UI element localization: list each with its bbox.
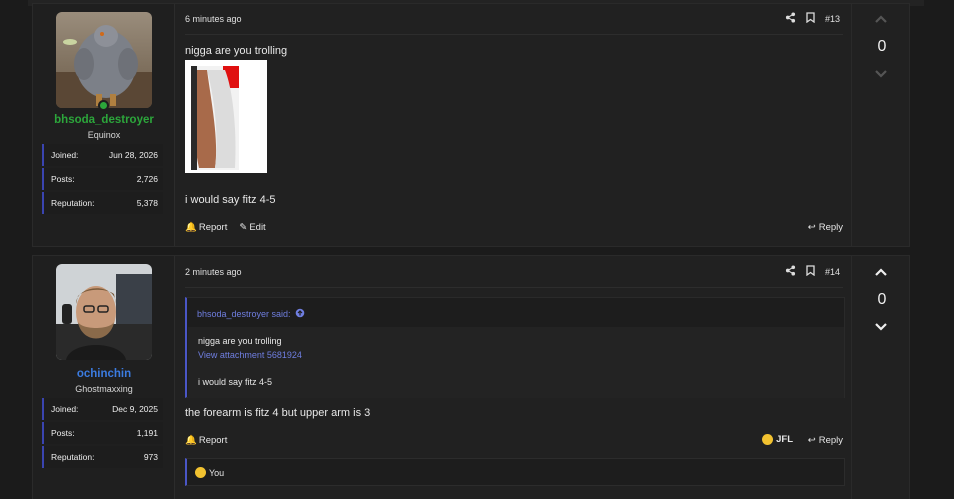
upvote-icon[interactable] bbox=[874, 14, 888, 24]
stat-label: Posts: bbox=[51, 428, 75, 438]
reaction-label: JFL bbox=[776, 434, 793, 445]
downvote-icon[interactable] bbox=[874, 322, 888, 332]
reply-icon: ↩ bbox=[807, 435, 816, 446]
stat-label: Reputation: bbox=[51, 452, 95, 462]
report-button[interactable]: 🔔 Report bbox=[185, 435, 227, 446]
report-label: Report bbox=[198, 435, 228, 446]
user-panel: ochinchin Ghostmaxxing Joined: Dec 9, 202… bbox=[33, 256, 175, 499]
post-text: nigga are you trolling bbox=[185, 45, 288, 57]
pencil-icon: ✎ bbox=[239, 222, 248, 233]
vote-panel: 0 bbox=[851, 4, 911, 246]
user-panel: bhsoda_destroyer Equinox Joined: Jun 28, … bbox=[33, 4, 175, 246]
stat-posts: Posts: 2,726 bbox=[42, 168, 163, 190]
stat-label: Joined: bbox=[51, 150, 79, 160]
divider bbox=[185, 34, 843, 35]
stat-value: 2,726 bbox=[136, 174, 158, 184]
share-icon[interactable] bbox=[785, 265, 796, 278]
attachment-image[interactable] bbox=[185, 60, 267, 173]
stat-value: 973 bbox=[143, 452, 158, 462]
bell-icon: 🔔 bbox=[185, 435, 197, 446]
laughing-emoji-icon bbox=[762, 434, 774, 445]
report-button[interactable]: 🔔 Report bbox=[185, 222, 227, 233]
post-number[interactable]: #14 bbox=[825, 267, 840, 277]
post-content: 6 minutes ago #13 nigga are you trolling… bbox=[175, 4, 851, 246]
stat-posts: Posts: 1,191 bbox=[42, 422, 163, 444]
post-13: bhsoda_destroyer Equinox Joined: Jun 28, … bbox=[32, 3, 910, 247]
post-number[interactable]: #13 bbox=[825, 14, 840, 24]
stat-label: Reputation: bbox=[51, 198, 95, 208]
upvote-icon[interactable] bbox=[874, 267, 888, 277]
report-label: Report bbox=[198, 222, 228, 233]
username[interactable]: ochinchin bbox=[33, 368, 175, 380]
quote-body: nigga are you trolling View attachment 5… bbox=[188, 327, 844, 398]
reactions-list: You bbox=[195, 467, 224, 478]
vote-score: 0 bbox=[877, 291, 887, 308]
stat-value: 5,378 bbox=[136, 198, 158, 208]
stat-joined: Joined: Jun 28, 2026 bbox=[42, 144, 163, 166]
vote-panel: 0 bbox=[851, 256, 911, 499]
post-header-icons: #13 bbox=[785, 12, 840, 25]
attachment-link[interactable]: View attachment 5681924 bbox=[198, 350, 302, 360]
reply-button[interactable]: ↩ Reply bbox=[808, 222, 843, 233]
reply-icon: ↩ bbox=[807, 222, 816, 233]
quote-text: i would say fitz 4-5 bbox=[198, 377, 273, 387]
reactions-by[interactable]: You bbox=[209, 468, 224, 478]
post-14: ochinchin Ghostmaxxing Joined: Dec 9, 202… bbox=[32, 255, 910, 499]
avatar[interactable] bbox=[56, 264, 152, 360]
bell-icon: 🔔 bbox=[185, 222, 197, 233]
user-title: Equinox bbox=[87, 130, 121, 140]
stat-label: Joined: bbox=[51, 404, 79, 414]
bookmark-icon[interactable] bbox=[806, 12, 815, 25]
username[interactable]: bhsoda_destroyer bbox=[33, 114, 175, 126]
stat-joined: Joined: Dec 9, 2025 bbox=[42, 398, 163, 420]
reply-button[interactable]: ↩ Reply bbox=[808, 435, 843, 446]
post-content: 2 minutes ago #14 bhsoda_destroyer said:… bbox=[175, 256, 851, 499]
divider bbox=[185, 287, 843, 288]
post-actions: 🔔 Report bbox=[185, 435, 227, 446]
edit-label: Edit bbox=[249, 222, 266, 233]
jfl-reaction-button[interactable]: JFL bbox=[762, 434, 793, 445]
reactions-bar[interactable]: You bbox=[185, 458, 845, 486]
reply-label: Reply bbox=[818, 222, 843, 233]
stat-label: Posts: bbox=[51, 174, 75, 184]
user-title: Ghostmaxxing bbox=[75, 384, 133, 394]
quote-block: bhsoda_destroyer said: nigga are you tro… bbox=[185, 297, 845, 398]
post-text: i would say fitz 4-5 bbox=[185, 194, 276, 206]
quote-header[interactable]: bhsoda_destroyer said: bbox=[197, 308, 305, 320]
post-actions: 🔔 Report ✎ Edit bbox=[185, 222, 266, 233]
post-time[interactable]: 2 minutes ago bbox=[185, 267, 242, 277]
stat-value: Jun 28, 2026 bbox=[108, 150, 158, 160]
quote-author[interactable]: bhsoda_destroyer said: bbox=[197, 309, 291, 319]
quote-text: nigga are you trolling bbox=[198, 336, 282, 346]
stat-value: Dec 9, 2025 bbox=[112, 404, 158, 414]
post-header-icons: #14 bbox=[785, 265, 840, 278]
post-time[interactable]: 6 minutes ago bbox=[185, 14, 242, 24]
edit-button[interactable]: ✎ Edit bbox=[239, 222, 265, 233]
online-indicator bbox=[98, 100, 109, 111]
reply-label: Reply bbox=[818, 435, 843, 446]
downvote-icon[interactable] bbox=[874, 69, 888, 79]
laughing-emoji-icon bbox=[195, 467, 206, 478]
arrow-up-circle-icon[interactable] bbox=[295, 308, 305, 320]
bookmark-icon[interactable] bbox=[806, 265, 815, 278]
share-icon[interactable] bbox=[785, 12, 796, 25]
stat-reputation: Reputation: 973 bbox=[42, 446, 163, 468]
stat-reputation: Reputation: 5,378 bbox=[42, 192, 163, 214]
stat-value: 1,191 bbox=[136, 428, 158, 438]
vote-score: 0 bbox=[877, 38, 887, 55]
post-text: the forearm is fitz 4 but upper arm is 3 bbox=[185, 407, 371, 419]
avatar[interactable] bbox=[56, 12, 152, 108]
